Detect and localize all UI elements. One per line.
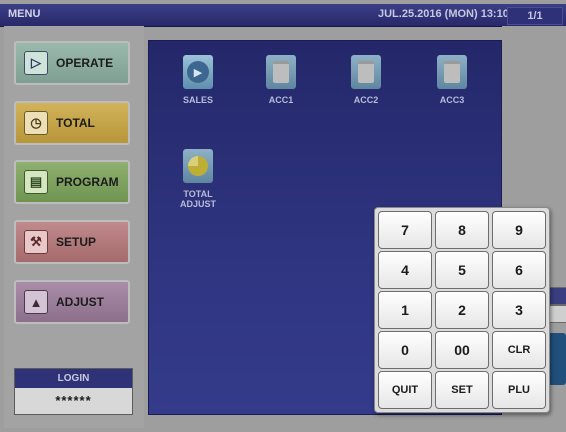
key-4[interactable]: 4: [378, 251, 432, 289]
login-panel[interactable]: LOGIN ******: [14, 368, 133, 415]
app-total-adjust-label-line1: TOTAL: [183, 189, 213, 199]
set-button[interactable]: SET: [435, 371, 489, 409]
hidden-dialog-button: [548, 333, 566, 385]
app-acc1[interactable]: ACC1: [249, 55, 313, 105]
app-total-adjust[interactable]: TOTAL ADJUST: [166, 149, 230, 209]
wrench-icon: ⚒: [24, 230, 48, 254]
plu-button[interactable]: PLU: [492, 371, 546, 409]
clock-icon: ◷: [24, 111, 48, 135]
key-1[interactable]: 1: [378, 291, 432, 329]
app-sales-label: SALES: [182, 95, 213, 105]
total-label: TOTAL: [56, 116, 95, 130]
trash-icon: [437, 55, 467, 89]
key-5[interactable]: 5: [435, 251, 489, 289]
app-acc1-label: ACC1: [268, 95, 294, 105]
trash-icon: [266, 55, 296, 89]
book-icon: ▤: [24, 170, 48, 194]
total-button[interactable]: ◷ TOTAL: [14, 101, 130, 145]
operate-button[interactable]: ▷ OPERATE: [14, 41, 130, 85]
key-0[interactable]: 0: [378, 331, 432, 369]
key-7[interactable]: 7: [378, 211, 432, 249]
key-2[interactable]: 2: [435, 291, 489, 329]
quit-button[interactable]: QUIT: [378, 371, 432, 409]
setup-label: SETUP: [56, 235, 97, 249]
pie-chart-icon: [183, 149, 213, 183]
program-button[interactable]: ▤ PROGRAM: [14, 160, 130, 204]
app-sales[interactable]: ▶ SALES: [166, 55, 230, 105]
trash-icon: [351, 55, 381, 89]
play-circle-icon: ▷: [24, 51, 48, 75]
page-indicator: 1/1: [507, 7, 563, 25]
login-title: LOGIN: [15, 369, 132, 388]
setup-button[interactable]: ⚒ SETUP: [14, 220, 130, 264]
adjust-button[interactable]: ▲ ADJUST: [14, 280, 130, 324]
datetime-display: JUL.25.2016 (MON) 13:10: [378, 8, 509, 20]
app-acc2[interactable]: ACC2: [334, 55, 398, 105]
key-3[interactable]: 3: [492, 291, 546, 329]
slider-icon: ▲: [24, 290, 48, 314]
operate-label: OPERATE: [56, 56, 114, 70]
adjust-label: ADJUST: [56, 295, 105, 309]
app-total-adjust-label-line2: ADJUST: [179, 199, 216, 209]
clear-button[interactable]: CLR: [492, 331, 546, 369]
login-password: ******: [55, 393, 92, 408]
key-00[interactable]: 00: [435, 331, 489, 369]
key-6[interactable]: 6: [492, 251, 546, 289]
numeric-keypad: 7 8 9 4 5 6 1 2 3 0 00 CLR QUIT SET PLU: [374, 207, 550, 413]
app-total-adjust-label: TOTAL ADJUST: [166, 189, 230, 209]
app-acc3-label: ACC3: [439, 95, 465, 105]
title-bar: MENU JUL.25.2016 (MON) 13:10 1/1: [0, 4, 566, 27]
program-label: PROGRAM: [56, 175, 119, 189]
app-acc3[interactable]: ACC3: [420, 55, 484, 105]
key-8[interactable]: 8: [435, 211, 489, 249]
menu-title: MENU: [8, 8, 41, 20]
key-9[interactable]: 9: [492, 211, 546, 249]
play-icon: ▶: [183, 55, 213, 89]
app-acc2-label: ACC2: [353, 95, 379, 105]
